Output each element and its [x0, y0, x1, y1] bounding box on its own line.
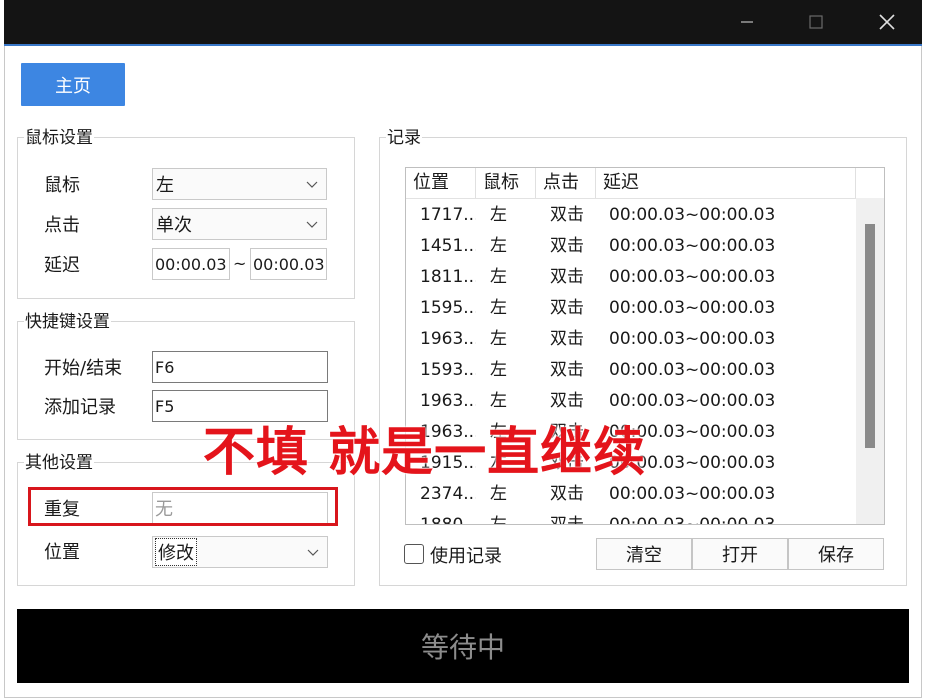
- status-bar: 等待中: [17, 609, 909, 683]
- use-record-label: 使用记录: [430, 546, 502, 567]
- maximize-icon: [809, 15, 823, 29]
- delay-label: 延迟: [44, 255, 80, 276]
- mouse-button-label: 鼠标: [44, 175, 80, 196]
- delay-separator: ~: [233, 254, 247, 273]
- table-row[interactable]: 1811... 左 双击 00:00.03~00:00.03: [406, 262, 858, 293]
- cell-delay: 00:00.03~00:00.03: [609, 329, 776, 349]
- cell-delay: 00:00.03~00:00.03: [609, 298, 776, 318]
- hotkey-settings-title: 快捷键设置: [24, 311, 111, 333]
- cell-click: 双击: [550, 267, 584, 287]
- other-settings-title: 其他设置: [24, 452, 94, 474]
- position-mode-select[interactable]: 修改: [152, 536, 328, 568]
- records-header: 位置 鼠标 点击 延迟: [406, 168, 858, 199]
- highlight-box: [28, 487, 338, 526]
- cell-mouse: 左: [490, 205, 507, 225]
- column-header-click[interactable]: 点击: [536, 168, 596, 198]
- cell-position: 1963...: [420, 329, 476, 349]
- cell-position: 1880...: [420, 515, 476, 525]
- add-record-hotkey-input[interactable]: F5: [152, 390, 328, 422]
- delay-min-input[interactable]: 00:00.03: [152, 248, 230, 280]
- cell-position: 1717...: [420, 205, 476, 225]
- click-type-select[interactable]: 单次: [152, 208, 327, 240]
- cell-mouse: 左: [490, 298, 507, 318]
- table-row[interactable]: 1963... 左 双击 00:00.03~00:00.03: [406, 386, 858, 417]
- cell-click: 双击: [550, 329, 584, 349]
- chevron-down-icon: [306, 181, 318, 188]
- cell-click: 双击: [550, 236, 584, 256]
- column-header-delay[interactable]: 延迟: [596, 168, 858, 198]
- table-row[interactable]: 1880... 左 双击 00:00.03~00:00.03: [406, 510, 858, 525]
- vertical-scrollbar[interactable]: [856, 198, 884, 524]
- cell-delay: 00:00.03~00:00.03: [609, 360, 776, 380]
- table-row[interactable]: 1717... 左 双击 00:00.03~00:00.03: [406, 200, 858, 231]
- minimize-icon: [741, 21, 753, 23]
- cell-mouse: 左: [490, 360, 507, 380]
- start-stop-hotkey-input[interactable]: F6: [152, 351, 328, 383]
- mouse-settings-title: 鼠标设置: [24, 127, 94, 149]
- cell-position: 1593...: [420, 360, 476, 380]
- cell-delay: 00:00.03~00:00.03: [609, 205, 776, 225]
- table-row[interactable]: 1963... 左 双击 00:00.03~00:00.03: [406, 324, 858, 355]
- cell-position: 1963...: [420, 391, 476, 411]
- cell-delay: 00:00.03~00:00.03: [609, 515, 776, 525]
- cell-click: 双击: [550, 298, 584, 318]
- delay-max-value: 00:00.03: [253, 254, 325, 274]
- save-button[interactable]: 保存: [788, 538, 884, 570]
- close-button[interactable]: [864, 0, 910, 44]
- minimize-button[interactable]: [724, 0, 770, 44]
- status-text: 等待中: [420, 631, 505, 664]
- mouse-button-select[interactable]: 左: [152, 168, 327, 200]
- chevron-down-icon: [306, 221, 318, 228]
- click-type-value: 单次: [156, 215, 192, 236]
- add-record-label: 添加记录: [44, 397, 116, 418]
- maximize-button[interactable]: [793, 0, 839, 44]
- cell-delay: 00:00.03~00:00.03: [609, 236, 776, 256]
- scrollbar-thumb[interactable]: [865, 224, 875, 448]
- column-header-position[interactable]: 位置: [406, 168, 476, 198]
- cell-click: 双击: [550, 391, 584, 411]
- cell-delay: 00:00.03~00:00.03: [609, 267, 776, 287]
- clear-button[interactable]: 清空: [596, 538, 692, 570]
- use-record-checkbox[interactable]: [404, 544, 424, 564]
- delay-max-input[interactable]: 00:00.03: [250, 248, 327, 280]
- annotation-text: 不填 就是一直继续: [203, 423, 647, 483]
- start-stop-hotkey-value: F6: [155, 357, 175, 377]
- cell-click: 双击: [550, 515, 584, 525]
- open-button[interactable]: 打开: [692, 538, 788, 570]
- scrollbar-corner: [855, 168, 884, 198]
- cell-click: 双击: [550, 360, 584, 380]
- cell-mouse: 左: [490, 515, 507, 525]
- tab-home[interactable]: 主页: [21, 63, 125, 106]
- position-mode-value: 修改: [155, 538, 197, 566]
- table-row[interactable]: 1593... 左 双击 00:00.03~00:00.03: [406, 355, 858, 386]
- cell-mouse: 左: [490, 236, 507, 256]
- start-stop-label: 开始/结束: [44, 358, 123, 379]
- click-type-label: 点击: [44, 215, 80, 236]
- cell-position: 1451...: [420, 236, 476, 256]
- close-icon: [879, 14, 895, 30]
- column-header-mouse[interactable]: 鼠标: [476, 168, 536, 198]
- title-bar: [4, 0, 922, 46]
- position-label: 位置: [44, 542, 80, 563]
- delay-min-value: 00:00.03: [155, 254, 227, 274]
- table-row[interactable]: 1595... 左 双击 00:00.03~00:00.03: [406, 293, 858, 324]
- add-record-hotkey-value: F5: [155, 396, 175, 416]
- cell-delay: 00:00.03~00:00.03: [609, 391, 776, 411]
- records-title: 记录: [386, 127, 422, 149]
- mouse-button-value: 左: [156, 175, 174, 196]
- cell-position: 1811...: [420, 267, 476, 287]
- cell-mouse: 左: [490, 329, 507, 349]
- chevron-down-icon: [307, 549, 319, 556]
- cell-mouse: 左: [490, 391, 507, 411]
- cell-position: 1595...: [420, 298, 476, 318]
- cell-click: 双击: [550, 205, 584, 225]
- table-row[interactable]: 1451... 左 双击 00:00.03~00:00.03: [406, 231, 858, 262]
- cell-mouse: 左: [490, 267, 507, 287]
